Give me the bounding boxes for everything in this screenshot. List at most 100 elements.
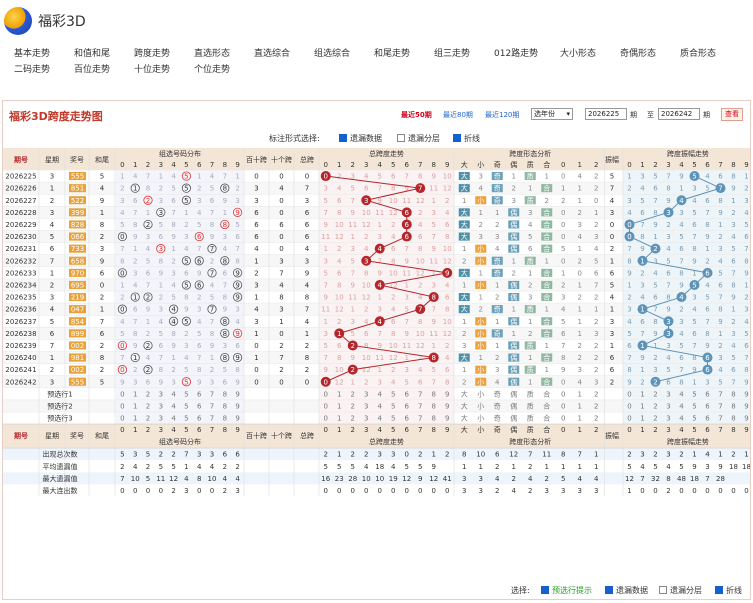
amp-miss: 5 [731,245,735,253]
form-miss: 6 [528,245,533,253]
nav-item-4[interactable]: 直选形态 [194,46,230,59]
nav-item-10[interactable]: 大小形态 [560,46,596,59]
bottom-opt-polyline[interactable]: 折线 [715,585,742,596]
nav-item-15[interactable]: 十位走势 [134,62,170,75]
recent-50-link[interactable]: 最近50期 [401,110,432,120]
amp-miss: 7 [640,221,644,229]
predict-dist: 9 [235,390,239,398]
stat-dist: 4 [184,475,189,483]
nav-item-2[interactable]: 和值和尾 [74,46,110,59]
form-miss: 2 [594,342,598,350]
stat-dist: 4 [235,475,240,483]
form-value: 小 [477,244,484,253]
form-head-2: 奇 [494,160,501,169]
amp-miss: 6 [744,233,749,241]
dist-miss: 1 [210,354,214,362]
form-miss: 2 [594,318,598,326]
amp-miss: 9 [731,294,735,302]
row-prize: 828 [71,221,84,229]
bottom-opt-missing-data[interactable]: 遗漏数据 [605,585,648,596]
row-issue: 2026230 [5,233,36,241]
row-prize: 219 [71,294,84,302]
dist-miss: 8 [223,294,227,302]
query-button[interactable]: 查看 [721,108,743,121]
stat-trend: 1 [337,451,341,459]
nav-item-3[interactable]: 跨度走势 [134,46,170,59]
predict-dist: 5 [184,402,188,410]
bottom-opt-missing-layer[interactable]: 遗漏分层 [659,585,702,596]
nav-item-16[interactable]: 个位走势 [194,62,230,75]
amp-miss: 2 [718,342,722,350]
form-value: 小 [477,196,484,205]
amp-miss: 8 [692,245,696,253]
stat-trend: 0 [432,487,436,495]
nav-item-14[interactable]: 百位走势 [74,62,110,75]
trend-miss: 2 [391,294,395,302]
form-value: 偶 [510,341,517,350]
bottom-opt-predict-label: 预选行提示 [552,586,592,595]
form-value: 质 [527,365,534,374]
trend-digit-2: 2 [351,161,355,169]
nav-item-8[interactable]: 组三走势 [434,46,470,59]
year-select[interactable]: 选年份 ▾ [531,108,573,120]
trend-miss: 5 [324,197,328,205]
amp-miss: 9 [653,330,657,338]
checkbox-checked-icon [453,134,461,142]
trend-digit-0: 0 [324,161,328,169]
nav-item-6[interactable]: 组选综合 [314,46,350,59]
amp-miss: 6 [679,245,684,253]
dist-miss: 6 [235,342,240,350]
span-ball-value: 6 [405,221,410,229]
row-hs: 0 [254,342,258,350]
row-week: 2 [50,281,54,289]
row-tu: 2 [279,342,283,350]
predict-form: 偶 [510,401,517,410]
nav-item-1[interactable]: 基本走势 [14,46,50,59]
opt-missing-layer[interactable]: 遗漏分层 [397,133,440,144]
opt-polyline[interactable]: 折线 [453,133,480,144]
recent-80-link[interactable]: 最近80期 [443,110,473,120]
opt-missing-data[interactable]: 遗漏数据 [339,133,382,144]
dist-miss: 9 [197,378,201,386]
row-issue: 2026234 [5,281,37,289]
span-ball-value: 7 [418,185,422,193]
stat-amp: 2 [666,487,670,495]
dist-miss: 5 [159,330,163,338]
nav-item-12[interactable]: 质合形态 [680,46,716,59]
amp-miss: 5 [692,318,696,326]
stat-form: 3 [462,487,466,495]
dist-digit-1: 1 [133,161,137,169]
trend-miss: 8 [391,330,395,338]
nav-item-11[interactable]: 奇偶形态 [620,46,656,59]
stat-trend: 2 [324,451,328,459]
amp-digit-2: 2 [653,161,657,169]
row-tu: 3 [279,306,283,314]
bottom-opt-predict[interactable]: 预选行提示 [541,585,592,596]
nav-item-9[interactable]: 012路走势 [494,46,538,59]
recent-120-link[interactable]: 最近120期 [485,110,519,120]
dist-miss: 3 [159,306,163,314]
nav-item-13[interactable]: 二码走势 [14,62,50,75]
row-hs: 3 [254,281,258,289]
foot-trend-digit-3: 3 [364,426,368,434]
stat-amp: 0 [731,487,735,495]
stat-amp: 9 [692,463,696,471]
form-miss: 5 [594,257,598,265]
dist-miss: 6 [133,306,138,314]
to-issue-input[interactable]: 2026242 [658,108,700,120]
span-head: 总跨 [300,155,314,164]
amp-miss: 2 [627,185,631,193]
predict-dist: 6 [197,415,202,423]
amp-miss: 6 [692,330,697,338]
form-value: 大 [461,353,468,362]
span-ball-value: 4 [378,318,383,326]
row-issue: 2026237 [5,318,36,326]
from-issue-input[interactable]: 2026225 [585,108,627,120]
trend-miss: 10 [389,342,398,350]
predict-dist: 9 [235,415,239,423]
row-prize: 899 [71,330,84,338]
amp-miss: 7 [679,366,683,374]
nav-item-5[interactable]: 直选综合 [254,46,290,59]
form-value: 奇 [494,196,501,205]
nav-item-7[interactable]: 和尾走势 [374,46,410,59]
